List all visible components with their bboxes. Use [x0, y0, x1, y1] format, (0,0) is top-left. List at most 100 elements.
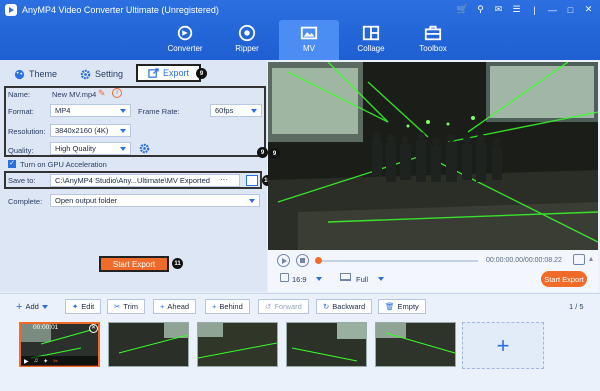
scissors-icon: ✂: [114, 302, 121, 311]
page-indicator: 1 / 5: [569, 302, 584, 311]
chat-icon[interactable]: ✉: [491, 3, 506, 16]
tab-toolbox[interactable]: Toolbox: [403, 20, 463, 60]
clip-actions: ▶ ♫ ✦ ✂: [21, 356, 98, 366]
video-preview[interactable]: [268, 62, 598, 250]
cut-icon[interactable]: ✂: [53, 358, 58, 365]
key-icon[interactable]: ⚲: [473, 3, 488, 16]
volume-icon[interactable]: ▴: [589, 254, 598, 265]
start-export-button-player[interactable]: Start Export: [541, 271, 587, 287]
tab-setting[interactable]: Setting: [80, 65, 123, 83]
edit-label: Edit: [81, 302, 95, 311]
backward-icon: ↻: [323, 302, 330, 311]
browse-more-button[interactable]: ···: [220, 175, 228, 184]
tab-converter[interactable]: Converter: [155, 20, 215, 60]
empty-button[interactable]: 🗑 Empty: [378, 299, 426, 314]
trash-icon: 🗑: [385, 302, 395, 311]
chevron-down-icon: [249, 198, 255, 203]
backward-button[interactable]: ↻ Backward: [316, 299, 373, 314]
format-select[interactable]: MP4: [50, 104, 131, 117]
chevron-down-icon[interactable]: [378, 277, 384, 281]
divider: |: [533, 4, 536, 15]
window-controls: 🛒 ⚲ ✉ ☰ | — □ ✕: [455, 3, 596, 16]
forward-button[interactable]: ↺ Forward: [258, 299, 309, 314]
pencil-icon[interactable]: ✎: [98, 88, 106, 99]
palette-icon: [14, 69, 25, 79]
edit-button[interactable]: ✦ Edit: [65, 299, 102, 314]
menu-icon[interactable]: ☰: [509, 3, 524, 16]
format-value: MP4: [55, 106, 71, 115]
behind-label: Behind: [219, 302, 243, 311]
plus-icon: +: [496, 332, 510, 358]
edit-icon[interactable]: ✦: [43, 358, 48, 365]
quality-select[interactable]: High Quality: [50, 142, 131, 155]
toolbox-icon: [424, 25, 442, 41]
behind-button[interactable]: + Behind: [205, 299, 250, 314]
clip-image: [197, 323, 278, 366]
resolution-select[interactable]: 3840x2160 (4K): [50, 124, 131, 137]
clip-thumbnail[interactable]: [108, 322, 189, 367]
chevron-down-icon: [120, 146, 126, 151]
gear-icon[interactable]: [139, 143, 150, 154]
tab-collage[interactable]: Collage: [341, 20, 401, 60]
clip-thumbnail[interactable]: [375, 322, 456, 367]
tab-export[interactable]: Export: [136, 64, 202, 82]
tab-label: Converter: [167, 44, 203, 53]
clip-duration: 00:00:01: [33, 324, 59, 331]
clip-image: [376, 323, 456, 366]
app-title: AnyMP4 Video Converter Ultimate (Unregis…: [22, 5, 219, 15]
seek-track[interactable]: [318, 260, 478, 262]
clip-thumbnail[interactable]: [286, 322, 367, 367]
forward-label: Forward: [274, 302, 302, 311]
disc-icon: [238, 24, 256, 42]
snapshot-icon[interactable]: [573, 254, 585, 265]
complete-select[interactable]: Open output folder: [50, 194, 260, 207]
name-value[interactable]: New MV.mp4: [52, 90, 96, 99]
minimize-icon[interactable]: —: [545, 3, 560, 16]
open-folder-icon[interactable]: [246, 175, 258, 186]
play-button[interactable]: [277, 254, 290, 267]
tab-label: Export: [163, 68, 190, 78]
gpu-checkbox[interactable]: ✓: [8, 160, 16, 168]
close-icon[interactable]: ✕: [581, 3, 596, 16]
main-nav: Converter Ripper MV Collage Toolbox: [155, 20, 465, 60]
close-icon[interactable]: ✕: [89, 324, 98, 333]
magic-wand-icon: ✦: [72, 302, 79, 311]
concert-frame: [268, 62, 598, 250]
trim-button[interactable]: ✂ Trim: [107, 299, 146, 314]
tab-ripper[interactable]: Ripper: [217, 20, 277, 60]
start-export-button[interactable]: Start Export: [101, 258, 167, 270]
forward-icon: ↺: [265, 302, 272, 311]
chevron-down-icon: [120, 128, 126, 133]
add-label: Add: [25, 302, 39, 311]
volume-icon[interactable]: ♫: [34, 358, 39, 364]
seek-thumb[interactable]: [315, 257, 322, 264]
framerate-label: Frame Rate:: [138, 107, 180, 116]
clip-thumbnail[interactable]: [197, 322, 278, 367]
view-select[interactable]: Full: [356, 275, 368, 284]
image-icon: [300, 26, 318, 40]
stop-button[interactable]: [296, 254, 309, 267]
info-icon[interactable]: i: [112, 88, 122, 98]
play-icon[interactable]: ▶: [24, 358, 29, 365]
gpu-label: Turn on GPU Acceleration: [20, 160, 107, 169]
tab-theme[interactable]: Theme: [14, 65, 57, 83]
ahead-button[interactable]: + Ahead: [153, 299, 197, 314]
clip-image: [109, 323, 189, 366]
add-clip-button[interactable]: +: [462, 322, 544, 369]
save-path-field[interactable]: C:\AnyMP4 Studio\Any...Ultimate\MV Expor…: [50, 174, 240, 187]
chevron-down-icon[interactable]: [316, 277, 322, 281]
export-icon: [148, 67, 159, 78]
framerate-select[interactable]: 60fps: [210, 104, 262, 117]
cart-icon[interactable]: 🛒: [455, 3, 470, 16]
export-settings-box: [4, 86, 266, 157]
maximize-icon[interactable]: □: [563, 3, 578, 16]
format-label: Format:: [8, 107, 34, 116]
tab-label: Ripper: [235, 44, 259, 53]
chevron-down-icon: [41, 304, 48, 309]
plus-icon: +: [160, 302, 165, 311]
add-button[interactable]: + Add: [10, 299, 54, 314]
gear-icon: [80, 69, 91, 79]
tab-mv[interactable]: MV: [279, 20, 339, 60]
aspect-select[interactable]: 16:9: [292, 275, 307, 284]
play-icon: [281, 257, 287, 264]
